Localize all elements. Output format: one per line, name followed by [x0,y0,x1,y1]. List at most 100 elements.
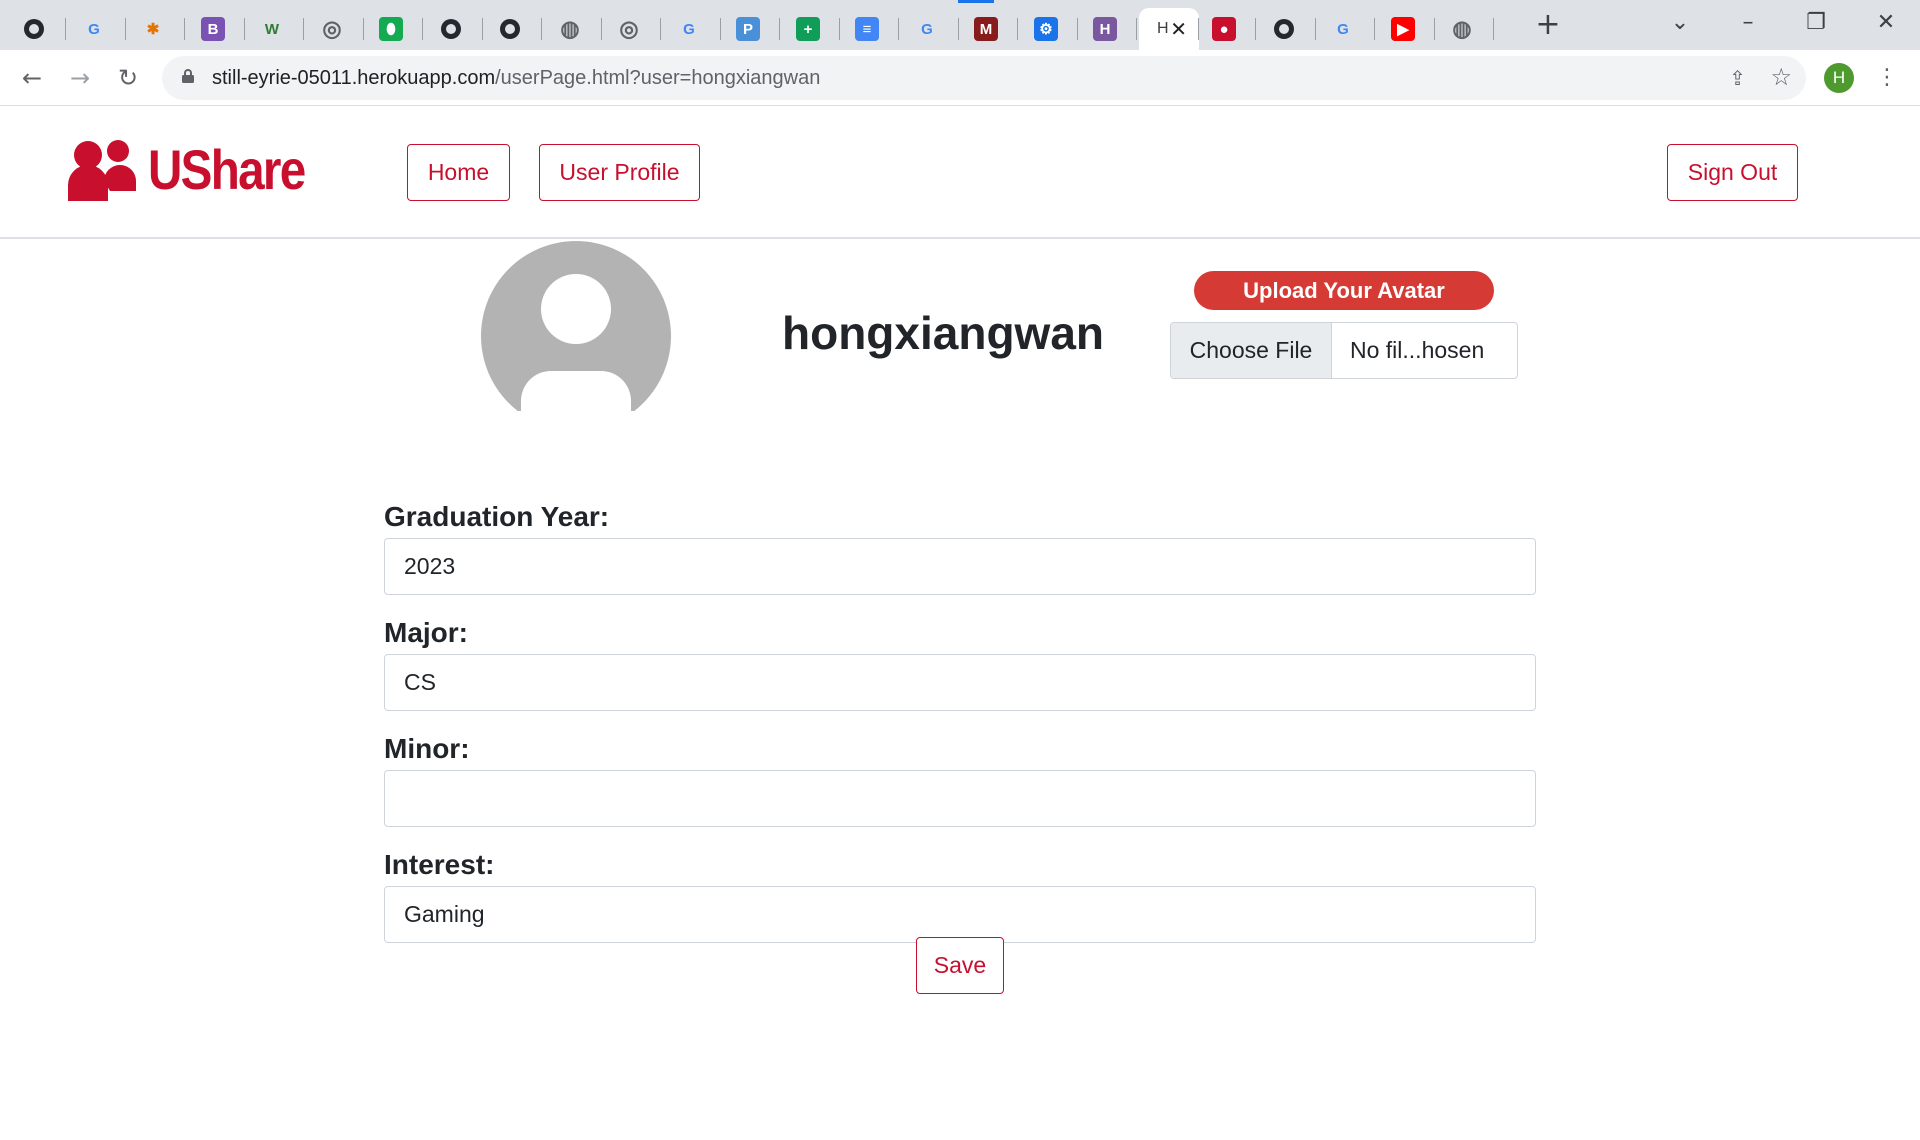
default-avatar-icon [481,241,671,411]
browser-tab[interactable]: ◎ [306,8,364,50]
globe-icon: ◍ [1452,16,1472,41]
browser-tab[interactable]: ✱ [127,8,185,50]
reload-button[interactable]: ↻ [112,62,144,94]
browser-tab[interactable]: P [722,8,780,50]
minor-label: Minor: [384,733,470,764]
browser-tab[interactable]: G [901,8,959,50]
github-icon [1272,17,1296,41]
save-button[interactable]: Save [916,937,1004,994]
ushare-logo[interactable]: UShare [68,137,332,201]
tab-separator [1017,18,1018,40]
p-icon: P [736,17,760,41]
globe-icon: ◍ [560,16,580,41]
browser-tab[interactable] [425,8,483,50]
tab-separator [660,18,661,40]
google-icon: G [921,20,933,38]
profile-form: Graduation Year: 2023 Major: CS Minor: I… [384,495,1536,959]
close-tab-icon[interactable]: ✕ [1170,17,1187,41]
google-icon: G [1337,20,1349,38]
browser-tab[interactable]: ◎ [603,8,661,50]
tab-separator [541,18,542,40]
user-profile-button[interactable]: User Profile [539,144,700,201]
graduation-year-input[interactable]: 2023 [384,538,1536,595]
browser-tab[interactable] [1258,8,1316,50]
forward-button[interactable]: → [64,62,96,94]
browser-tab[interactable]: H ✕ [1139,8,1199,50]
youtube-icon: ▶ [1391,17,1415,41]
interest-label: Interest: [384,849,495,880]
tab-separator [958,18,959,40]
minor-input[interactable] [384,770,1536,827]
github-icon [439,17,463,41]
browser-tab[interactable]: G [663,8,721,50]
browser-tab-strip: G ✱ B W ◎ ⬮ ◍ ◎ G P + ≡ G M ⚙ H H ✕ ● G ▶ ◍ + ⌄ – ❐ ✕ [0,0,1920,50]
tab-separator [1493,18,1494,40]
interest-input[interactable]: Gaming [384,886,1536,943]
new-tab-button[interactable]: + [1530,8,1566,44]
avatar-file-input[interactable]: Choose File No fil...hosen [1170,322,1518,379]
url-path: /userPage.html?user=hongxiangwan [495,67,821,89]
home-button[interactable]: Home [407,144,510,201]
bookmark-star-icon[interactable]: ☆ [1770,63,1792,91]
chrome-icon: ◎ [619,16,639,41]
logo-text: UShare [148,137,306,201]
tab-separator [779,18,780,40]
tab-separator [601,18,602,40]
close-window-button[interactable]: ✕ [1866,8,1906,38]
browser-tab[interactable]: ≡ [841,8,899,50]
tab-separator [839,18,840,40]
heroku-icon: H [1093,17,1117,41]
browser-tab[interactable]: G [68,8,126,50]
browser-tab[interactable]: B [187,8,245,50]
tab-separator [1136,18,1137,40]
users-icon [68,140,136,201]
tab-separator [363,18,364,40]
sign-out-button[interactable]: Sign Out [1667,144,1798,201]
tab-separator [422,18,423,40]
tab-separator [244,18,245,40]
browser-tab[interactable]: ● [1198,8,1256,50]
browser-tab[interactable]: ◍ [1436,8,1494,50]
url-text: still-eyrie-05011.herokuapp.com/userPage… [212,56,820,100]
browser-tab[interactable]: ⚙ [1020,8,1078,50]
tab-separator [125,18,126,40]
major-input[interactable]: CS [384,654,1536,711]
tab-separator [1077,18,1078,40]
upload-avatar-label[interactable]: Upload Your Avatar [1194,271,1494,310]
url-host: still-eyrie-05011.herokuapp.com [212,67,496,89]
mongodb-icon: ⬮ [379,17,403,41]
username-heading: hongxiangwan [782,307,1104,359]
file-status-text: No fil...hosen [1350,337,1485,363]
browser-tab[interactable]: ◍ [544,8,602,50]
browser-tab[interactable] [484,8,542,50]
tab-loading-indicator [958,0,994,3]
google-icon: G [683,20,695,38]
ushare-icon: ● [1212,17,1236,41]
sparkle-icon: ✱ [146,21,160,38]
browser-tab[interactable]: G [1317,8,1375,50]
address-bar[interactable]: still-eyrie-05011.herokuapp.com/userPage… [162,56,1806,100]
browser-tab[interactable]: + [782,8,840,50]
minimize-button[interactable]: – [1728,8,1768,38]
browser-tab[interactable]: H [1079,8,1137,50]
site-header: UShare Home User Profile Sign Out [0,107,1920,239]
back-button[interactable]: ← [16,62,48,94]
browser-tab[interactable]: W [246,8,304,50]
restore-button[interactable]: ❐ [1796,8,1836,38]
github-icon [498,17,522,41]
browser-tab[interactable]: ⬮ [365,8,423,50]
tab-search-icon[interactable]: ⌄ [1660,8,1700,38]
browser-tab[interactable]: ▶ [1377,8,1435,50]
browser-tab[interactable]: M [960,8,1018,50]
tab-title: H [1157,20,1169,37]
bootstrap-icon: B [201,17,225,41]
share-icon[interactable]: ⇪ [1729,66,1746,90]
tab-separator [482,18,483,40]
browser-tab[interactable] [8,8,66,50]
browser-menu-icon[interactable]: ⋮ [1876,62,1898,94]
choose-file-button[interactable]: Choose File [1171,323,1332,378]
w-icon: W [264,20,280,38]
tab-separator [1374,18,1375,40]
profile-avatar[interactable]: H [1824,63,1854,93]
browser-toolbar: ← → ↻ still-eyrie-05011.herokuapp.com/us… [0,50,1920,106]
